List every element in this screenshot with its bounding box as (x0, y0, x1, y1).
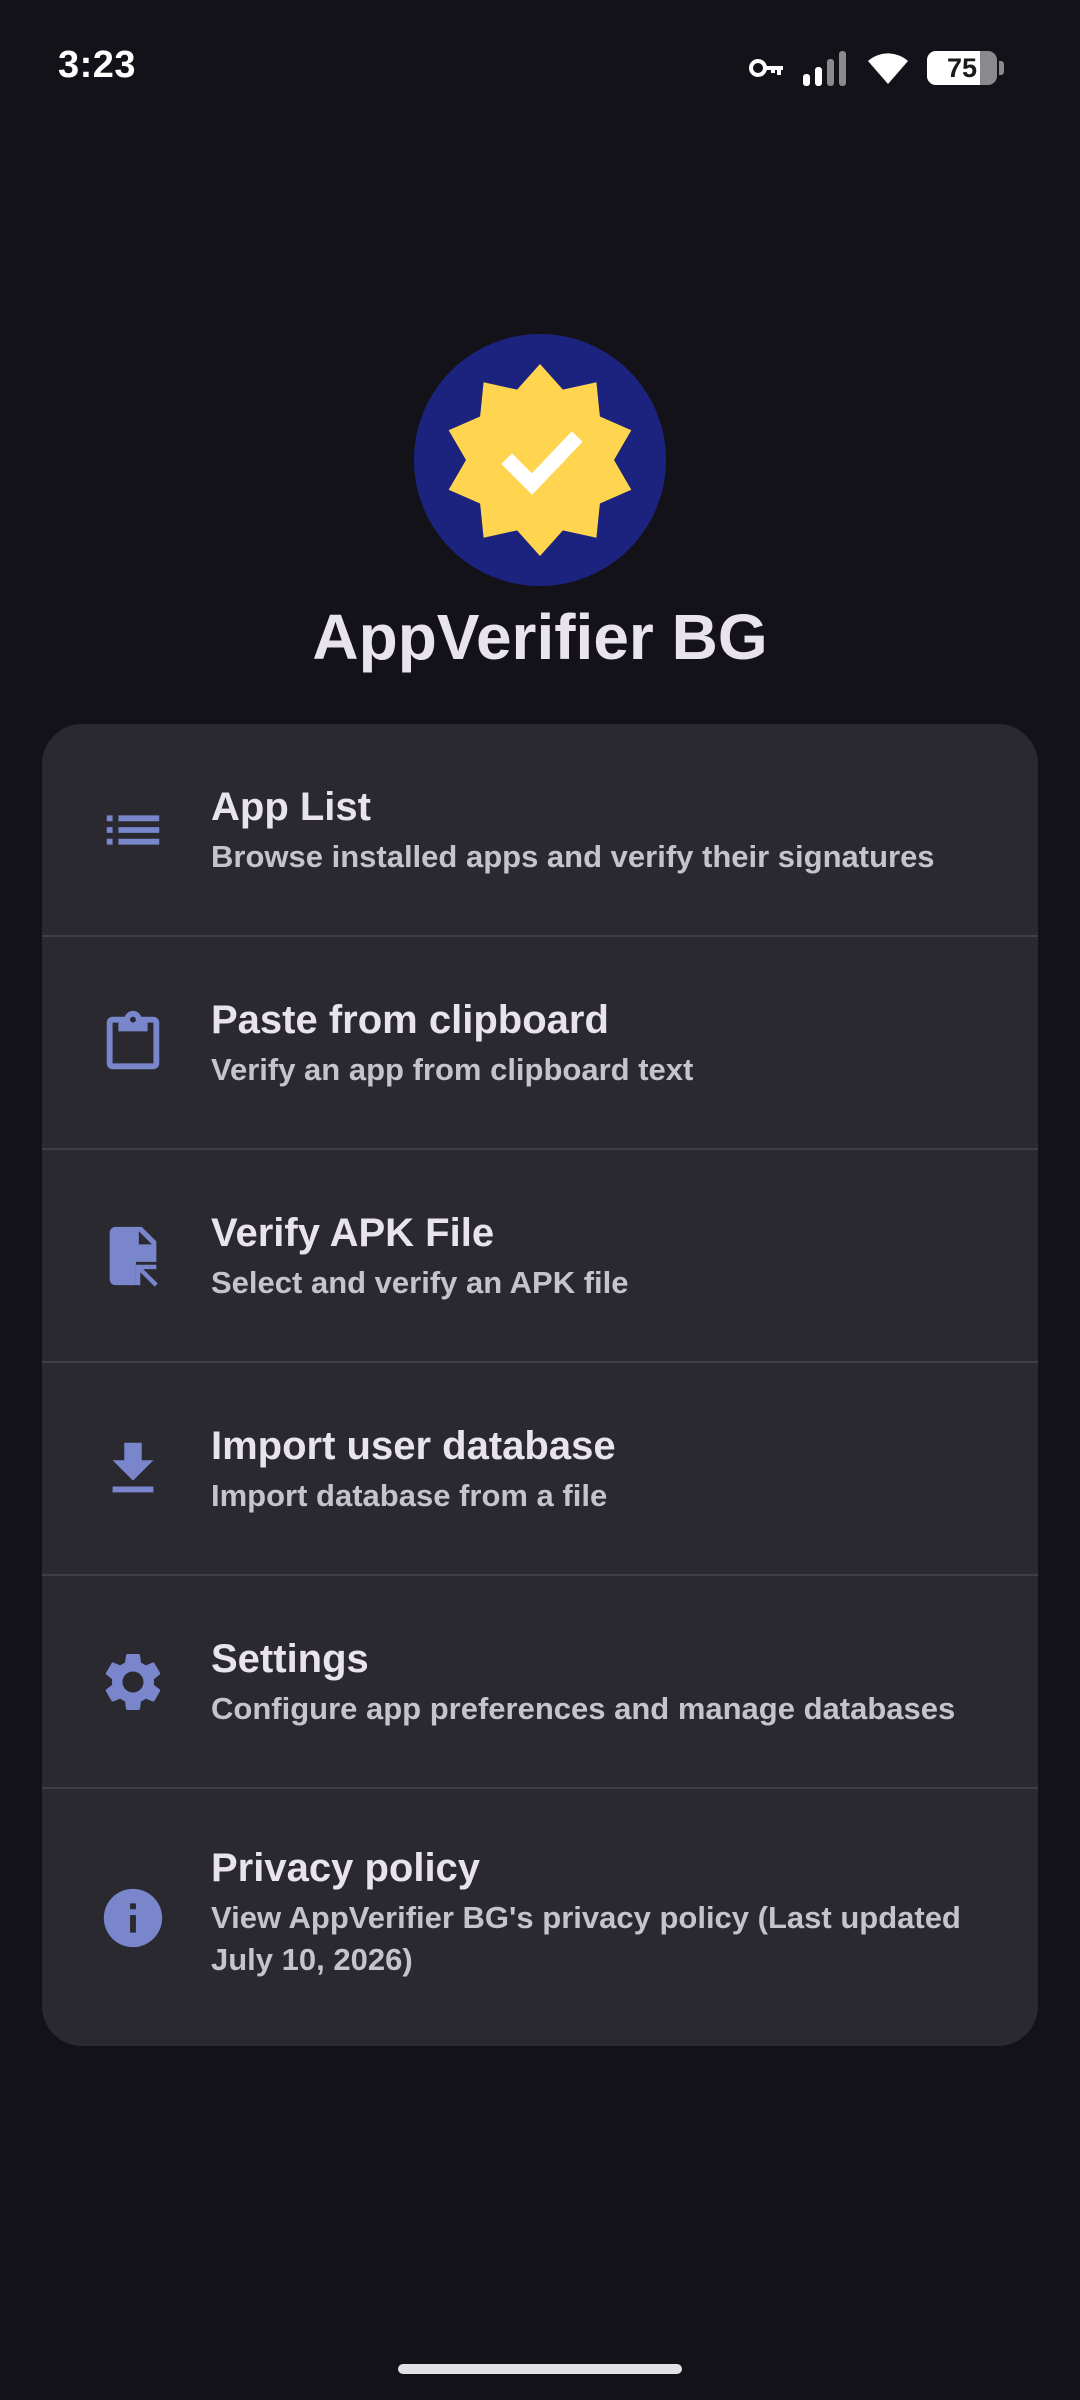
file-open-icon (98, 1221, 168, 1291)
status-icons: 75 (749, 46, 1004, 90)
menu-item-title: Verify APK File (211, 1211, 495, 1255)
vpn-key-icon (749, 57, 785, 79)
menu-item-title: Paste from clipboard (211, 998, 609, 1042)
battery-level: 75 (946, 52, 978, 83)
menu-item-subtitle: View AppVerifier BG's privacy policy (La… (211, 1900, 961, 1977)
menu-item-title: App List (211, 785, 371, 829)
menu-item-subtitle: Select and verify an APK file (211, 1265, 629, 1300)
menu-item-privacy-policy[interactable]: Privacy policy View AppVerifier BG's pri… (42, 1789, 1038, 2046)
list-icon (98, 795, 168, 865)
wifi-icon (867, 51, 909, 85)
app-title: AppVerifier BG (312, 601, 768, 673)
menu-item-paste-clipboard[interactable]: Paste from clipboard Verify an app from … (42, 937, 1038, 1150)
menu-card: App List Browse installed apps and verif… (42, 724, 1038, 2046)
battery-icon: 75 (927, 51, 1004, 85)
status-bar: 3:23 75 (0, 0, 1080, 134)
home-indicator[interactable] (398, 2364, 682, 2374)
signal-icon (803, 50, 849, 86)
menu-item-subtitle: Configure app preferences and manage dat… (211, 1691, 956, 1726)
menu-item-subtitle: Browse installed apps and verify their s… (211, 839, 935, 874)
menu-item-title: Settings (211, 1637, 369, 1681)
gear-icon (98, 1647, 168, 1717)
download-icon (98, 1434, 168, 1504)
menu-item-settings[interactable]: Settings Configure app preferences and m… (42, 1576, 1038, 1789)
battery-tip (999, 61, 1004, 75)
menu-item-verify-apk[interactable]: Verify APK File Select and verify an APK… (42, 1150, 1038, 1363)
battery: 75 (927, 51, 997, 85)
menu-item-subtitle: Import database from a file (211, 1478, 608, 1513)
verified-badge-icon (414, 334, 666, 586)
menu-item-title: Privacy policy (211, 1846, 481, 1890)
clipboard-icon (98, 1008, 168, 1078)
menu-item-title: Import user database (211, 1424, 616, 1468)
status-time: 3:23 (58, 44, 137, 86)
info-icon (98, 1883, 168, 1953)
menu-item-subtitle: Verify an app from clipboard text (211, 1052, 694, 1087)
menu-item-app-list[interactable]: App List Browse installed apps and verif… (42, 724, 1038, 937)
menu-item-import-database[interactable]: Import user database Import database fro… (42, 1363, 1038, 1576)
